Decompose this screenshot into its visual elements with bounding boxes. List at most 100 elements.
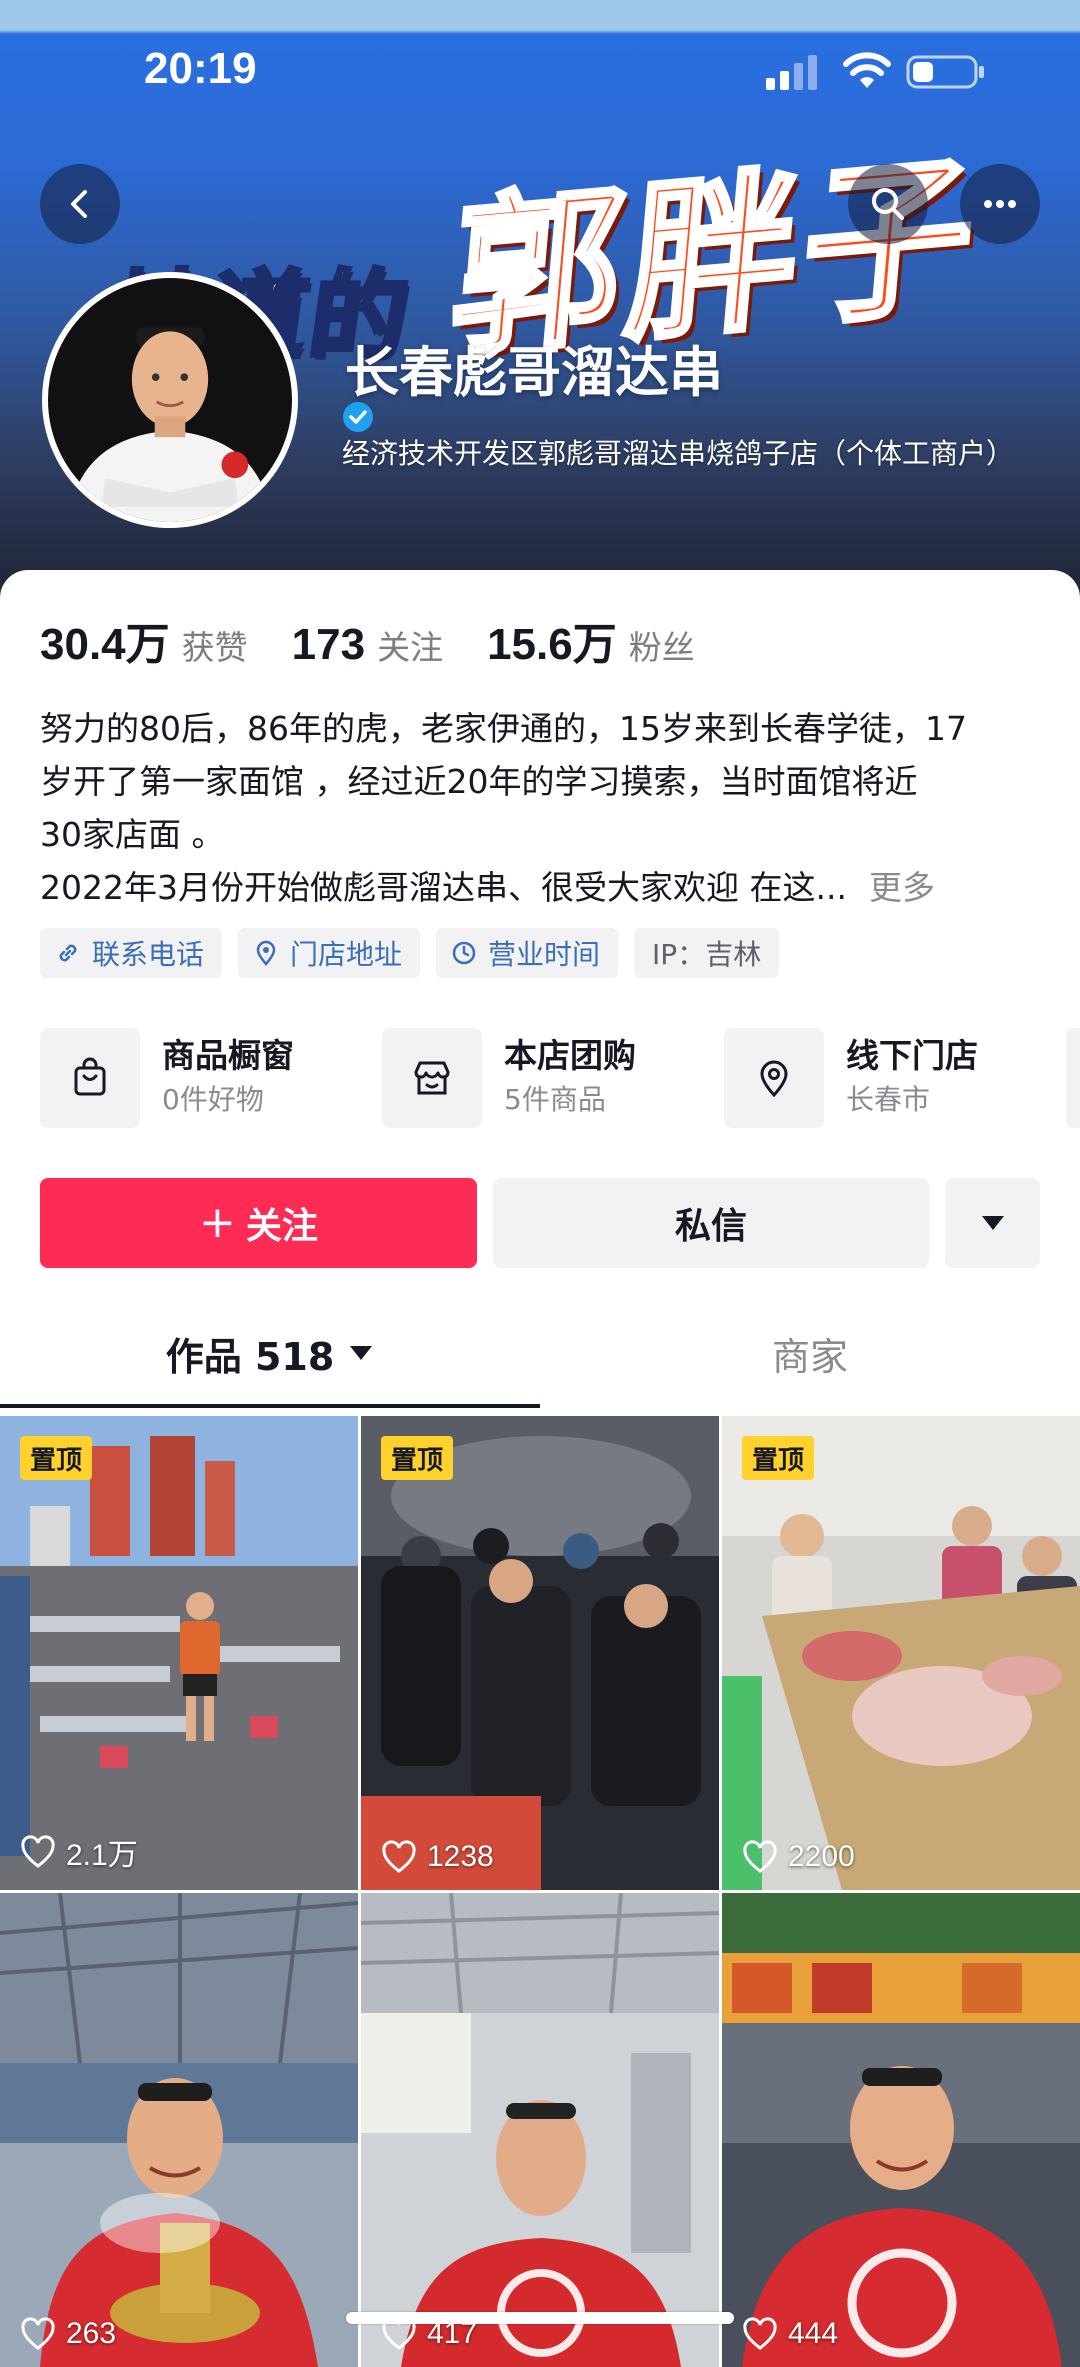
chip-label: 营业时间 xyxy=(488,938,601,971)
chip-contact-phone[interactable]: 联系电话 xyxy=(40,928,223,978)
caret-down-icon xyxy=(350,1346,373,1360)
stat-label: 获赞 xyxy=(181,628,248,667)
stat-following[interactable]: 173 关注 xyxy=(292,620,443,670)
profile-name: 长春彪哥溜达串 xyxy=(345,341,723,404)
chip-ip-location: IP：吉林 xyxy=(634,928,780,978)
chip-business-hours[interactable]: 营业时间 xyxy=(436,928,619,978)
more-actions-button[interactable] xyxy=(945,1178,1040,1268)
tab-merchant[interactable]: 商家 xyxy=(540,1308,1080,1398)
service-title: 本店团购 xyxy=(504,1036,636,1075)
pinned-badge: 置顶 xyxy=(742,1436,815,1480)
like-count-text: 2200 xyxy=(788,1840,855,1873)
service-offline-store[interactable]: 线下门店 长春市 xyxy=(724,1028,1066,1128)
active-tab-indicator xyxy=(0,1404,540,1408)
like-count: 1238 xyxy=(381,1840,494,1874)
video-thumbnail xyxy=(0,1416,358,1890)
service-showcase[interactable]: 商品橱窗 0件好物 xyxy=(40,1028,382,1128)
verification-row[interactable]: 经济技术开发区郭彪哥溜达串烧鸽子店（个体工商户） xyxy=(342,400,1042,472)
chevron-left-icon xyxy=(71,190,87,218)
stat-label: 关注 xyxy=(377,628,444,667)
clock-icon xyxy=(452,941,476,965)
profile-card: 30.4万 获赞 173 关注 15.6万 粉丝 努力的80后，86年的虎，老家… xyxy=(0,570,1080,2367)
video-tile[interactable]: 444 xyxy=(722,1893,1080,2367)
verified-badge-icon xyxy=(343,402,373,432)
wifi-icon xyxy=(842,52,892,90)
more-options-button[interactable] xyxy=(960,164,1040,244)
service-subtitle: 5件商品 xyxy=(504,1083,606,1116)
location-pin-icon xyxy=(760,1060,788,1098)
like-count: 2200 xyxy=(742,1840,855,1874)
bio: 努力的80后，86年的虎，老家伊通的，15岁来到长春学徒，17 岁开了第一家面馆… xyxy=(40,702,1040,914)
chip-label: 联系电话 xyxy=(92,938,205,971)
service-subtitle: 长春市 xyxy=(846,1083,931,1116)
tab-merchant-label: 商家 xyxy=(771,1334,848,1379)
video-tile[interactable]: 置顶 2200 xyxy=(722,1416,1080,1890)
service-icon-box xyxy=(724,1028,824,1128)
heart-icon xyxy=(743,2317,777,2350)
service-title: 商品橱窗 xyxy=(162,1036,294,1075)
bio-line: 岁开了第一家面馆 ，经过近20年的学习摸索，当时面馆将近 xyxy=(40,762,918,801)
video-tile[interactable]: 263 xyxy=(0,1893,358,2367)
video-thumbnail xyxy=(722,1416,1080,1890)
video-thumbnail xyxy=(0,1893,358,2367)
search-button[interactable] xyxy=(848,164,928,244)
service-row: 商品橱窗 0件好物 本店团购 5件商品 线下门店 长春市 xyxy=(40,1028,1066,1128)
stat-number: 30.4万 xyxy=(40,620,170,669)
cellular-signal-icon xyxy=(764,54,820,90)
avatar-photo xyxy=(48,278,292,522)
service-next-peek[interactable] xyxy=(1066,1028,1080,1128)
video-thumbnail xyxy=(722,1893,1080,2367)
info-chips: 联系电话 门店地址 营业时间 IP：吉林 xyxy=(40,928,795,978)
stats-row: 30.4万 获赞 173 关注 15.6万 粉丝 xyxy=(40,608,739,672)
stat-followers[interactable]: 15.6万 粉丝 xyxy=(487,608,695,672)
link-icon xyxy=(59,944,77,962)
stat-number: 15.6万 xyxy=(487,620,617,669)
shopping-bag-icon xyxy=(74,1057,106,1096)
follow-label: 关注 xyxy=(245,1206,318,1247)
video-tile[interactable]: 417 xyxy=(361,1893,719,2367)
video-thumbnail xyxy=(361,1893,719,2367)
home-indicator[interactable] xyxy=(346,2312,734,2324)
heart-icon xyxy=(743,1840,777,1873)
follow-button[interactable]: + 关注 xyxy=(40,1178,477,1268)
verification-text: 经济技术开发区郭彪哥溜达串烧鸽子店（个体工商户） xyxy=(342,437,1015,470)
bio-line: 30家店面 。 xyxy=(40,815,225,854)
chip-label: IP：吉林 xyxy=(652,938,762,971)
bio-line-last: 2022年3月份开始做彪哥溜达串、很受大家欢迎 在这... 更多 xyxy=(40,861,1040,914)
bio-more-link[interactable]: 更多 xyxy=(869,868,935,907)
service-subtitle: 0件好物 xyxy=(162,1083,264,1116)
stat-likes[interactable]: 30.4万 获赞 xyxy=(40,608,248,672)
video-tile[interactable]: 置顶 1238 xyxy=(361,1416,719,1890)
bio-line: 努力的80后，86年的虎，老家伊通的，15岁来到长春学徒，17 xyxy=(40,709,967,748)
stat-label: 粉丝 xyxy=(628,628,695,667)
service-icon-box xyxy=(382,1028,482,1128)
content-tabs: 作品 518 商家 xyxy=(0,1308,1080,1398)
pinned-badge: 置顶 xyxy=(20,1436,93,1480)
action-buttons: + 关注 私信 xyxy=(40,1178,1040,1268)
heart-icon xyxy=(21,1835,55,1868)
message-button[interactable]: 私信 xyxy=(493,1178,929,1268)
avatar[interactable] xyxy=(42,272,298,528)
search-icon xyxy=(872,188,904,220)
like-count-text: 2.1万 xyxy=(66,1839,138,1872)
bio-line-text: 2022年3月份开始做彪哥溜达串、很受大家欢迎 在这... xyxy=(40,868,847,907)
storefront-icon xyxy=(414,1061,450,1095)
pinned-badge: 置顶 xyxy=(381,1436,454,1480)
tab-works[interactable]: 作品 518 xyxy=(0,1308,540,1398)
like-count-text: 444 xyxy=(788,2317,839,2350)
location-pin-icon xyxy=(256,940,276,966)
service-group-buy[interactable]: 本店团购 5件商品 xyxy=(382,1028,724,1128)
stat-number: 173 xyxy=(291,620,366,669)
heart-icon xyxy=(21,2317,55,2350)
like-count: 444 xyxy=(742,2317,838,2351)
back-button[interactable] xyxy=(40,164,120,244)
chip-store-address[interactable]: 门店地址 xyxy=(238,928,421,978)
video-tile[interactable]: 置顶 2.1万 xyxy=(0,1416,358,1890)
video-thumbnail xyxy=(361,1416,719,1890)
service-title: 线下门店 xyxy=(846,1036,978,1075)
video-grid: 置顶 2.1万 置顶 1238 置顶 2200 263 417 444 xyxy=(0,1416,1080,2367)
like-count: 263 xyxy=(20,2317,116,2351)
like-count: 2.1万 xyxy=(20,1830,138,1874)
like-count-text: 1238 xyxy=(427,1840,494,1873)
more-dots-icon xyxy=(984,200,1016,208)
